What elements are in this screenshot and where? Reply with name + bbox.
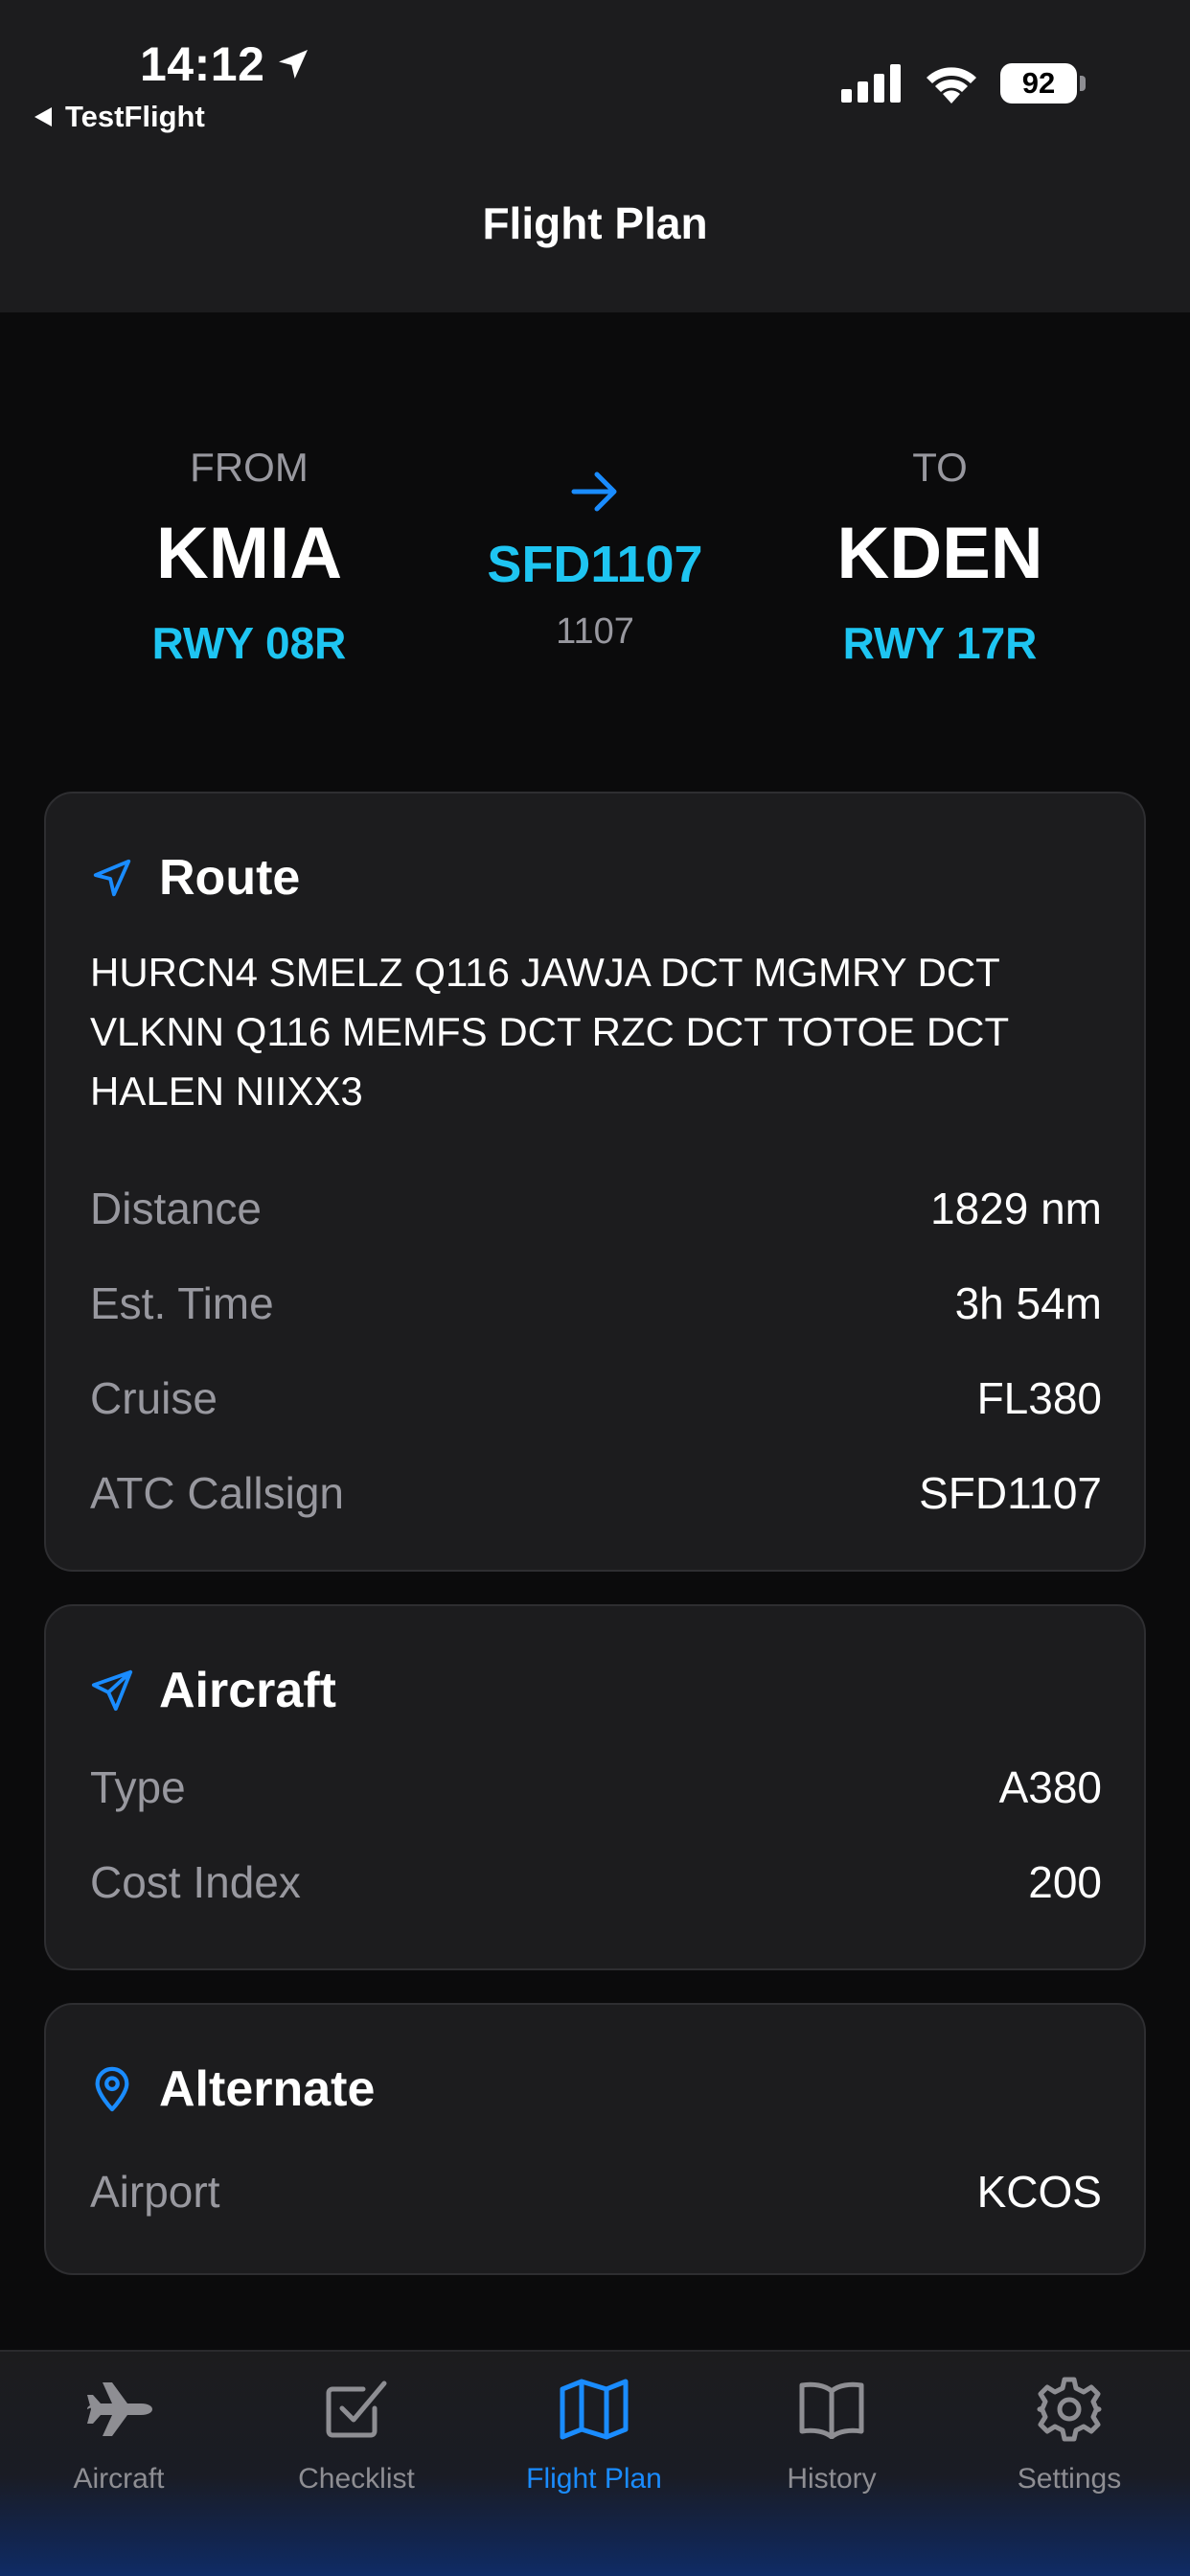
origin-airport: KMIA	[155, 513, 343, 594]
aircraft-card-title: Aircraft	[159, 1663, 336, 1718]
alternate-card-title: Alternate	[159, 2061, 376, 2117]
header-area: 14:12 TestFlight 92 Flight Plan	[0, 0, 1190, 312]
flight-code: SFD1107	[487, 536, 703, 593]
from-label: FROM	[190, 445, 309, 490]
to-label: TO	[912, 445, 968, 490]
tab-label: Settings	[1017, 2463, 1122, 2495]
route-card: Route HURCN4 SMELZ Q116 JAWJA DCT MGMRY …	[44, 792, 1146, 1572]
arrow-right-icon	[571, 472, 617, 512]
aircraft-card: Aircraft Type A380 Cost Index 200	[44, 1604, 1146, 1970]
route-row-cruise: Cruise FL380	[90, 1365, 1102, 1432]
wifi-icon	[927, 67, 976, 104]
row-label: Type	[90, 1762, 186, 1812]
route-row-distance: Distance 1829 nm	[90, 1175, 1102, 1242]
tab-settings[interactable]: Settings	[954, 2371, 1184, 2496]
route-card-header: Route	[90, 849, 300, 907]
route-summary: FROM KMIA RWY 08R SFD1107 1107 TO KDEN R…	[0, 437, 1190, 686]
flight-plan-screen: 14:12 TestFlight 92 Flight Plan FROM KMI…	[0, 0, 1190, 2576]
tab-label: Checklist	[298, 2463, 415, 2495]
alternate-row-airport: Airport KCOS	[90, 2158, 1102, 2225]
row-value: SFD1107	[919, 1468, 1102, 1518]
route-row-atc-callsign: ATC Callsign SFD1107	[90, 1460, 1102, 1527]
paper-plane-icon	[91, 1669, 133, 1712]
row-value: 200	[1028, 1857, 1102, 1907]
tab-aircraft[interactable]: Aircraft	[4, 2371, 234, 2496]
location-arrow-icon	[93, 859, 131, 897]
checklist-icon	[326, 2380, 387, 2438]
destination-column: TO KDEN RWY 17R	[767, 437, 1112, 669]
page-title: Flight Plan	[482, 198, 708, 248]
gear-icon	[1037, 2377, 1102, 2442]
tab-checklist[interactable]: Checklist	[241, 2371, 471, 2496]
aircraft-card-header: Aircraft	[90, 1662, 336, 1719]
row-label: Cruise	[90, 1373, 217, 1423]
destination-airport: KDEN	[836, 513, 1043, 594]
flight-column: SFD1107 1107	[423, 437, 767, 653]
row-label: ATC Callsign	[90, 1468, 344, 1518]
tab-bar: Aircraft Checklist Flight Plan History S…	[0, 2350, 1190, 2576]
aircraft-row-type: Type A380	[90, 1754, 1102, 1821]
map-icon	[560, 2379, 629, 2440]
row-value: 1829 nm	[929, 1184, 1102, 1233]
battery-cap	[1080, 76, 1086, 91]
route-row-est-time: Est. Time 3h 54m	[90, 1270, 1102, 1337]
battery-level: 92	[1021, 66, 1056, 100]
aircraft-row-cost-index: Cost Index 200	[90, 1849, 1102, 1916]
cellular-signal-icon	[841, 64, 901, 103]
tab-flight-plan[interactable]: Flight Plan	[479, 2371, 709, 2496]
back-triangle-icon	[34, 107, 52, 126]
status-time-text: 14:12	[140, 37, 265, 91]
row-value: 3h 54m	[954, 1278, 1102, 1328]
row-value: A380	[998, 1762, 1102, 1812]
destination-runway: RWY 17R	[842, 618, 1038, 668]
origin-runway: RWY 08R	[151, 618, 347, 668]
book-icon	[799, 2381, 864, 2439]
alternate-card: Alternate Airport KCOS	[44, 2003, 1146, 2275]
route-string: HURCN4 SMELZ Q116 JAWJA DCT MGMRY DCT VL…	[90, 950, 1009, 1114]
row-label: Cost Index	[90, 1857, 301, 1907]
row-label: Distance	[90, 1184, 262, 1233]
status-indicators: 92	[841, 63, 1086, 104]
row-value: KCOS	[976, 2167, 1102, 2217]
tab-label: Flight Plan	[526, 2463, 662, 2495]
tab-label: History	[787, 2463, 877, 2495]
flight-number: 1107	[556, 611, 634, 652]
alternate-card-header: Alternate	[90, 2060, 375, 2118]
back-to-testflight-link[interactable]: TestFlight	[34, 100, 205, 134]
map-pin-icon	[95, 2066, 129, 2112]
tab-history[interactable]: History	[717, 2371, 947, 2496]
tab-label: Aircraft	[73, 2463, 165, 2495]
location-services-icon	[279, 50, 309, 79]
back-app-label: TestFlight	[65, 100, 205, 133]
airplane-icon	[87, 2382, 152, 2436]
route-card-title: Route	[159, 850, 301, 906]
row-label: Est. Time	[90, 1278, 274, 1328]
battery-indicator: 92	[1000, 63, 1086, 104]
row-value: FL380	[976, 1373, 1102, 1423]
row-label: Airport	[90, 2167, 220, 2217]
arrow-wrap	[423, 437, 767, 514]
origin-column: FROM KMIA RWY 08R	[77, 437, 422, 669]
status-time: 14:12	[140, 36, 312, 92]
